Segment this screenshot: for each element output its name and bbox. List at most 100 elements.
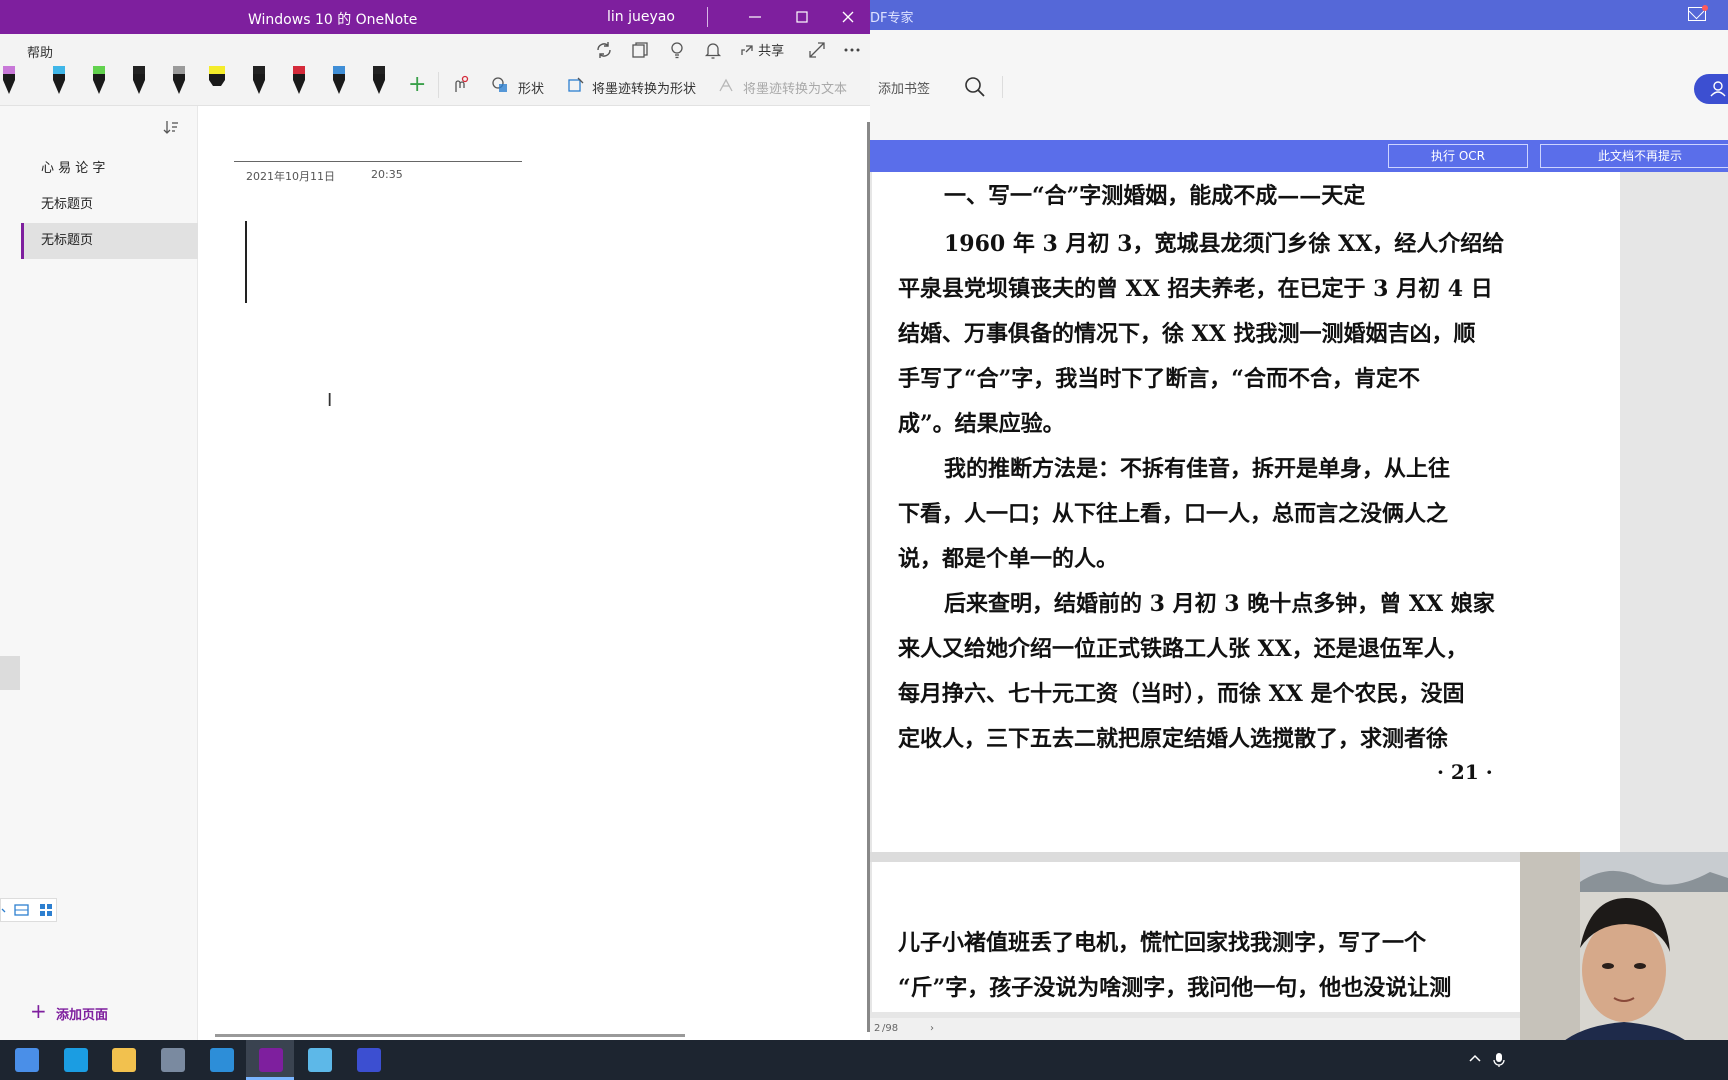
current-page-field[interactable]: 2 (874, 1023, 880, 1034)
page-text-line: 说，都是个单一的人。 (898, 546, 1119, 572)
microphone-icon[interactable] (1492, 1052, 1506, 1068)
page-text-line: 我的推断方法是：不拆有佳音，拆开是单身，从上往 (944, 456, 1451, 482)
dismiss-ocr-button[interactable]: 此文档不再提示 (1540, 144, 1728, 168)
run-ocr-button[interactable]: 执行 OCR (1388, 144, 1528, 168)
sort-icon[interactable] (162, 118, 180, 136)
pen-icon[interactable] (370, 66, 388, 100)
pen-icon[interactable] (130, 66, 148, 100)
image-app-icon (308, 1048, 332, 1072)
tb-onenote[interactable] (246, 1040, 294, 1080)
page-item-untitled-1[interactable]: 无标题页 (21, 187, 198, 223)
add-page-button[interactable]: 添加页面 (56, 1004, 108, 1023)
add-page-plus-icon[interactable]: + (30, 999, 47, 1023)
highlighter-icon[interactable] (208, 66, 226, 100)
notebook-pages-icon[interactable] (630, 40, 650, 60)
tb-start-app[interactable] (2, 1040, 50, 1080)
ribbon-divider (438, 72, 439, 98)
page-text-line: 定收人，三下五去二就把原定结婚人选搅散了，求测者徐 (898, 726, 1449, 752)
onenote-title-bar: Windows 10 的 OneNote lin jueyao (0, 0, 870, 34)
user-name[interactable]: lin jueyao (607, 9, 675, 25)
edge-icon (64, 1048, 88, 1072)
tray-expand-icon[interactable] (1468, 1052, 1482, 1066)
calculator-icon (161, 1048, 185, 1072)
title-divider (707, 7, 708, 27)
tb-edge[interactable] (51, 1040, 99, 1080)
share-button[interactable]: 共享 (740, 40, 784, 59)
sync-icon[interactable] (594, 40, 614, 60)
shapes-button[interactable]: 形状 (518, 78, 544, 97)
lightbulb-icon[interactable] (667, 40, 687, 60)
page-text-line: 儿子小褚值班丢了电机，慌忙回家找我测字，写了一个 (898, 930, 1427, 956)
pen-icon[interactable] (50, 66, 68, 100)
maximize-icon[interactable] (789, 4, 815, 30)
tb-explorer[interactable] (99, 1040, 147, 1080)
ink-to-shape-button[interactable]: 将墨迹转换为形状 (592, 78, 696, 97)
tb-calculator[interactable] (148, 1040, 196, 1080)
notification-dot (1702, 5, 1708, 11)
page-text-line: “斤”字，孩子没说为啥测字，我问他一句，他也没说让测 (898, 975, 1452, 1001)
ocr-banner: 执行 OCR 此文档不再提示 (870, 140, 1728, 172)
page-heading: 一、写一“合”字测婚姻，能成不成——天定 (944, 183, 1366, 209)
page-item-xinyi[interactable]: 心 易 论 字 (21, 151, 198, 187)
browser-icon (210, 1048, 234, 1072)
minimize-icon[interactable] (742, 4, 768, 30)
pdf-page-21: 一、写一“合”字测婚姻，能成不成——天定 1960 年 3 月初 3，宽城县龙须… (872, 172, 1620, 852)
ink-to-text-button: 将墨迹转换为文本 (743, 82, 848, 97)
tb-pdf-app[interactable] (344, 1040, 392, 1080)
feather-icon (15, 1048, 39, 1072)
user-icon (1710, 81, 1726, 97)
pen-icon[interactable] (90, 66, 108, 100)
page-text-line: 下看，人一口；从下往上看，口一人，总而言之没俩人之 (898, 501, 1449, 527)
page-text-line: 平泉县党坝镇丧夫的曾 XX 招夫养老，在已定于 3 月初 4 日 (898, 276, 1493, 302)
page-text-line: 1960 年 3 月初 3，宽城县龙须门乡徐 XX，经人介绍给 (944, 231, 1505, 257)
onenote-window: Windows 10 的 OneNote lin jueyao 帮助 共享 + (0, 0, 870, 1040)
note-date: 2021年10月11日 (246, 170, 335, 183)
page-text-line: 结婚、万事俱备的情况下，徐 XX 找我测一测婚姻吉凶，顺 (898, 321, 1476, 347)
ibeam-cursor-icon: I (327, 390, 333, 411)
tab-help[interactable]: 帮助 (27, 42, 53, 61)
onenote-icon (259, 1048, 283, 1072)
bell-icon[interactable] (703, 40, 723, 60)
note-time: 20:35 (371, 168, 403, 181)
pen-icon[interactable] (0, 66, 18, 100)
next-page-button[interactable]: › (930, 1023, 934, 1034)
pen-icon[interactable] (330, 66, 348, 100)
share-icon (741, 45, 753, 55)
add-pen-button[interactable]: + (408, 72, 426, 97)
account-button[interactable] (1694, 74, 1728, 104)
desktop: DF专家 添加书签 执行 OCR 此文档不再提示 一、写一“合”字测婚姻，能成不… (0, 0, 1728, 1080)
page-list-pane: 心 易 论 字 无标题页 无标题页 + 添加页面 (0, 106, 198, 1040)
vertical-scrollbar[interactable] (867, 122, 870, 1032)
page-title-underline (234, 161, 522, 162)
ribbon-tab-row: 帮助 共享 (0, 34, 870, 66)
section-tab-handle[interactable] (0, 656, 20, 690)
share-label: 共享 (758, 44, 785, 59)
close-icon[interactable] (835, 4, 861, 30)
view-switch-icons[interactable] (1, 899, 58, 921)
add-bookmark-button[interactable]: 添加书签 (878, 78, 930, 97)
pen-icon[interactable] (290, 66, 308, 100)
text-cursor (245, 221, 247, 303)
pdf-title-bar: DF专家 (870, 0, 1728, 30)
search-icon[interactable] (964, 76, 986, 98)
more-options-icon[interactable] (842, 40, 862, 60)
ink-to-text-icon (719, 78, 733, 92)
tb-app-browser[interactable] (197, 1040, 245, 1080)
page-item-untitled-2[interactable]: 无标题页 (21, 223, 198, 259)
pdf-app-title: DF专家 (870, 11, 914, 26)
page-text-line: 手写了“合”字，我当时下了断言，“合而不合，肯定不 (898, 366, 1420, 392)
window-title: Windows 10 的 OneNote (248, 12, 418, 28)
folder-icon (112, 1048, 136, 1072)
tb-image-app[interactable] (295, 1040, 343, 1080)
shapes-icon[interactable] (490, 75, 510, 95)
view-switcher (0, 898, 57, 922)
horizontal-scrollbar[interactable] (215, 1034, 685, 1037)
lasso-select-icon[interactable] (450, 75, 470, 95)
note-canvas[interactable]: 2021年10月11日 20:35 I (199, 106, 870, 1040)
ink-to-shape-icon[interactable] (566, 75, 586, 95)
pen-icon[interactable] (170, 66, 188, 100)
page-text-line: 来人又给她介绍一位正式铁路工人张 XX，还是退伍军人， (898, 636, 1468, 662)
pen-icon[interactable] (250, 66, 268, 100)
page-text-line: 后来查明，结婚前的 3 月初 3 晚十点多钟，曾 XX 娘家 (944, 591, 1495, 617)
fullscreen-icon[interactable] (807, 40, 827, 60)
